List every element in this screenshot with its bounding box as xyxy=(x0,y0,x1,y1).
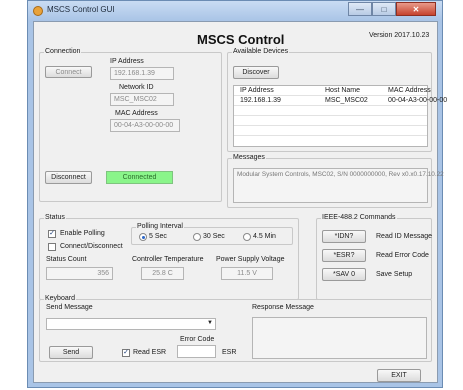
messages-text: Modular System Controls, MSC02, S/N 0000… xyxy=(237,171,444,178)
column-header-mac[interactable]: MAC Address xyxy=(388,87,431,94)
controller-temperature-field: 25.8 C xyxy=(141,267,184,280)
ieee-commands-group: IEEE-488.2 Commands *IDN? Read ID Messag… xyxy=(316,214,433,300)
response-message-box[interactable] xyxy=(252,317,427,359)
discover-button[interactable]: Discover xyxy=(233,66,279,79)
esr-query-button[interactable]: *ESR? xyxy=(322,249,366,262)
checkmark-icon: ✓ xyxy=(49,230,55,237)
disconnect-button[interactable]: Disconnect xyxy=(45,171,92,184)
status-count-label: Status Count xyxy=(46,256,87,263)
dropdown-arrow-icon[interactable]: ▼ xyxy=(207,320,213,326)
empty-table-row xyxy=(234,106,427,116)
enable-polling-label: Enable Polling xyxy=(60,230,105,237)
devices-table: IP Address Host Name MAC Address 192.168… xyxy=(233,85,447,147)
column-header-ip[interactable]: IP Address xyxy=(240,87,274,94)
save-setup-button[interactable]: *SAV 0 xyxy=(322,268,366,281)
messages-box[interactable]: Modular System Controls, MSC02, S/N 0000… xyxy=(233,168,444,203)
interval-4-5min-radio[interactable] xyxy=(243,233,251,241)
column-header-host[interactable]: Host Name xyxy=(325,87,360,94)
devices-table-header: IP Address Host Name MAC Address xyxy=(234,86,431,96)
send-message-combo[interactable]: ▼ xyxy=(46,318,216,330)
app-window: MSCS Control GUI — □ ✕ MSCS Control Vers… xyxy=(27,0,447,388)
caption-buttons: — □ ✕ xyxy=(348,2,436,16)
error-code-label: Error Code xyxy=(180,336,215,343)
connection-group: Connection Connect IP Address 192.168.1.… xyxy=(39,48,222,202)
table-row[interactable]: 192.168.1.39 MSC_MSC02 00-04-A3-00-00-00 xyxy=(234,96,447,106)
esr-description: Read Error Code xyxy=(376,252,429,259)
interval-30sec-label: 30 Sec xyxy=(203,233,225,240)
interval-5sec-radio[interactable] xyxy=(139,233,147,241)
app-icon xyxy=(33,6,43,16)
ip-address-label: IP Address xyxy=(110,58,144,65)
available-devices-group: Available Devices Discover IP Address Ho… xyxy=(227,48,447,152)
page-title: MSCS Control xyxy=(197,32,285,47)
network-id-field[interactable]: MSC_MSC02 xyxy=(110,93,174,106)
polling-interval-label: Polling Interval xyxy=(136,223,184,230)
title-bar[interactable]: MSCS Control GUI — □ ✕ xyxy=(28,1,442,21)
messages-group: Messages Modular System Controls, MSC02,… xyxy=(227,154,444,208)
esr-label: ESR xyxy=(222,349,237,356)
response-message-label: Response Message xyxy=(252,304,314,311)
exit-button[interactable]: EXIT xyxy=(377,369,421,382)
enable-polling-checkbox[interactable]: ✓ xyxy=(48,230,56,238)
network-id-label: Network ID xyxy=(119,84,154,91)
version-label: Version 2017.10.23 xyxy=(369,32,430,39)
idn-query-button[interactable]: *IDN? xyxy=(322,230,366,243)
interval-30sec-radio[interactable] xyxy=(193,233,201,241)
mac-address-label: MAC Address xyxy=(115,110,158,117)
maximize-button[interactable]: □ xyxy=(372,2,396,16)
polling-interval-group: Polling Interval 5 Sec 30 Sec 4.5 Min xyxy=(131,223,293,245)
maximize-icon: □ xyxy=(381,4,387,14)
idn-description: Read ID Message xyxy=(376,233,433,240)
devices-group-label: Available Devices xyxy=(232,48,290,55)
messages-group-label: Messages xyxy=(232,154,266,161)
power-supply-voltage-label: Power Supply Voltage xyxy=(216,256,285,263)
status-group-label: Status xyxy=(44,214,66,221)
keyboard-group-label: Keyboard xyxy=(44,295,76,302)
checkmark-icon: ✓ xyxy=(123,349,129,356)
read-esr-label: Read ESR xyxy=(133,349,167,356)
interval-5sec-label: 5 Sec xyxy=(149,233,167,240)
interval-4-5min-label: 4.5 Min xyxy=(253,233,276,240)
power-supply-voltage-field: 11.5 V xyxy=(221,267,273,280)
error-code-field xyxy=(177,345,216,358)
controller-temperature-label: Controller Temperature xyxy=(132,256,204,263)
empty-table-row xyxy=(234,126,427,136)
status-count-field: 356 xyxy=(46,267,113,280)
ip-address-field[interactable]: 192.168.1.39 xyxy=(110,67,174,80)
minimize-icon: — xyxy=(356,4,364,14)
send-button[interactable]: Send xyxy=(49,346,93,359)
empty-table-row xyxy=(234,116,427,126)
minimize-button[interactable]: — xyxy=(348,2,372,16)
client-area: MSCS Control Version 2017.10.23 Connecti… xyxy=(33,21,447,383)
send-message-label: Send Message xyxy=(46,304,93,311)
read-esr-checkbox[interactable]: ✓ xyxy=(122,349,130,357)
close-button[interactable]: ✕ xyxy=(396,2,436,16)
keyboard-group: Keyboard Send Message ▼ Response Message… xyxy=(39,295,432,362)
save-setup-description: Save Setup xyxy=(376,271,413,278)
device-ip-cell: 192.168.1.39 xyxy=(240,97,281,104)
connect-disconnect-checkbox[interactable] xyxy=(48,243,56,251)
ieee-group-label: IEEE-488.2 Commands xyxy=(321,214,397,221)
device-mac-cell: 00-04-A3-00-00-00 xyxy=(388,97,448,104)
connection-group-label: Connection xyxy=(44,48,82,55)
connect-button[interactable]: Connect xyxy=(45,66,92,78)
window-title: MSCS Control GUI xyxy=(47,5,115,14)
status-group: Status ✓ Enable Polling Connect/Disconne… xyxy=(39,214,299,300)
connection-status-badge: Connected xyxy=(106,171,173,184)
device-host-cell: MSC_MSC02 xyxy=(325,97,368,104)
close-icon: ✕ xyxy=(412,4,420,14)
connect-disconnect-label: Connect/Disconnect xyxy=(60,243,123,250)
mac-address-field[interactable]: 00-04-A3-00-00-00 xyxy=(110,119,180,132)
